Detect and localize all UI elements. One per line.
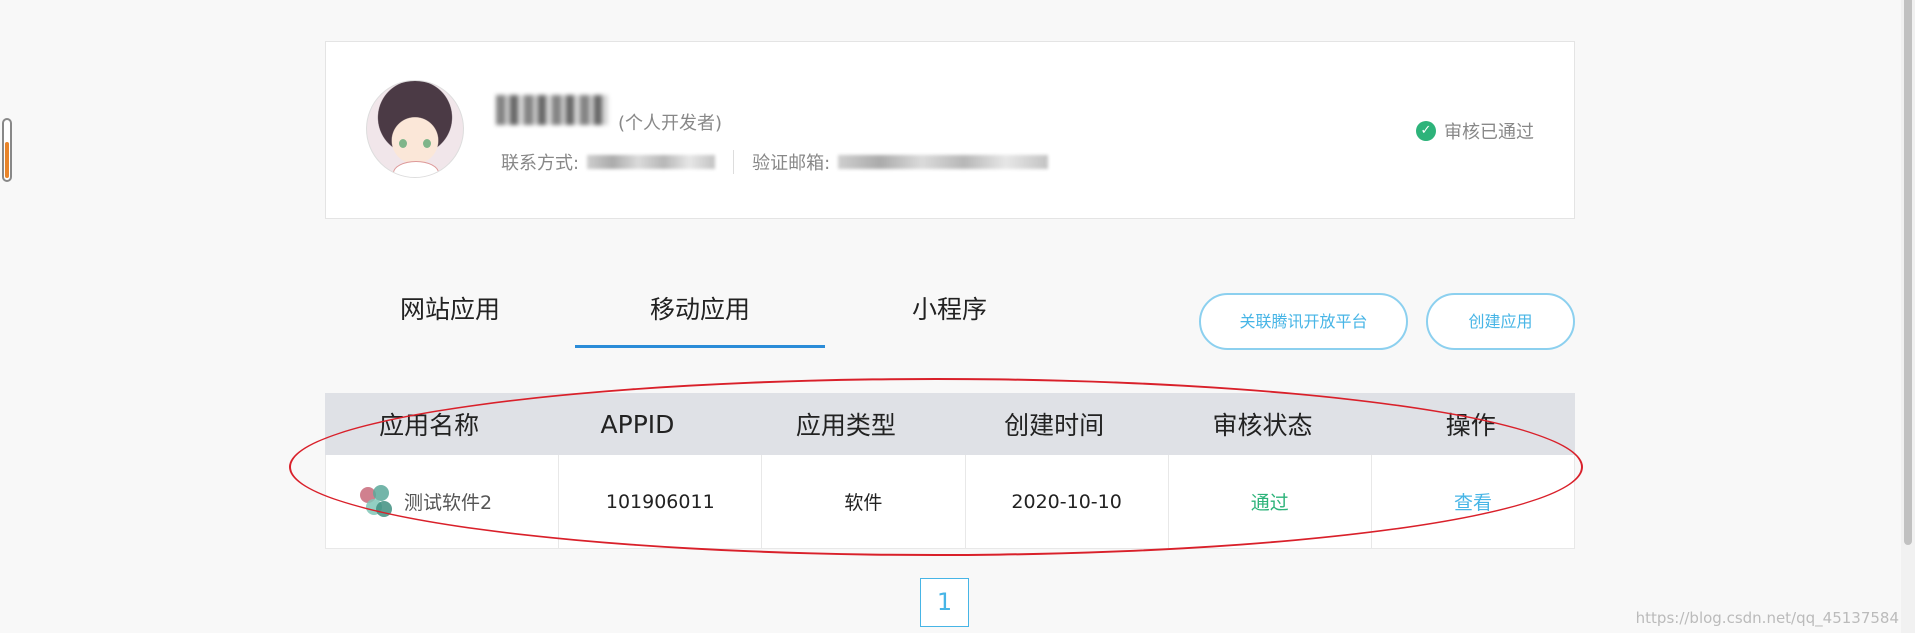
scroll-handle[interactable] (2, 118, 12, 182)
tab-web-apps[interactable]: 网站应用 (400, 290, 500, 348)
app-name: 测试软件2 (404, 492, 493, 514)
table-row: 测试软件2 101906011 软件 2020-10-10 通过 查看 (325, 455, 1575, 549)
created-time-cell: 2020-10-10 (966, 455, 1169, 548)
email-label: 验证邮箱: (752, 153, 831, 174)
tab-mobile-apps[interactable]: 移动应用 (575, 290, 825, 348)
scrollbar[interactable] (1901, 0, 1915, 633)
view-link[interactable]: 查看 (1372, 455, 1574, 548)
avatar-collar-icon (393, 161, 439, 177)
divider (733, 150, 735, 174)
pagination-page-1[interactable]: 1 (920, 578, 969, 627)
review-status-cell: 通过 (1169, 455, 1372, 548)
header-app-name: 应用名称 (379, 411, 480, 440)
header-review-status: 审核状态 (1212, 411, 1313, 440)
table-header: 应用名称 APPID 应用类型 创建时间 审核状态 操作 (325, 393, 1575, 455)
tab-mini-programs[interactable]: 小程序 (912, 290, 987, 348)
appid-cell: 101906011 (559, 455, 763, 548)
header-app-type: 应用类型 (795, 411, 896, 440)
review-status-text: 审核已通过 (1444, 122, 1534, 143)
review-status: ✓ 审核已通过 (1416, 118, 1534, 144)
create-app-button[interactable]: 创建应用 (1426, 293, 1575, 350)
watermark: https://blog.csdn.net/qq_45137584 (1635, 609, 1899, 627)
header-appid: APPID (600, 409, 675, 439)
contact-row: 联系方式: 验证邮箱: (501, 149, 1049, 175)
profile-card: (个人开发者) 联系方式: 验证邮箱: ✓ 审核已通过 (325, 41, 1575, 219)
developer-name-redacted (496, 95, 608, 125)
contact-value-redacted (587, 155, 716, 169)
header-actions: 操作 (1445, 411, 1496, 440)
avatar-eye-icon (399, 139, 407, 148)
scroll-handle-fill (5, 142, 9, 178)
avatar (366, 80, 464, 178)
avatar-eye-icon (423, 139, 431, 148)
header-created-time: 创建时间 (1004, 411, 1105, 440)
app-clover-icon (356, 483, 394, 521)
apps-table: 应用名称 APPID 应用类型 创建时间 审核状态 操作 测试软件2 10190… (325, 393, 1575, 549)
scrollbar-thumb[interactable] (1904, 0, 1912, 545)
email-value-redacted (838, 155, 1049, 169)
contact-label: 联系方式: (501, 153, 580, 174)
developer-type: (个人开发者) (618, 113, 723, 134)
app-type-cell: 软件 (762, 455, 966, 548)
app-name-cell: 测试软件2 (326, 455, 560, 548)
link-tencent-platform-button[interactable]: 关联腾讯开放平台 (1199, 293, 1408, 350)
check-badge-icon: ✓ (1416, 121, 1436, 141)
